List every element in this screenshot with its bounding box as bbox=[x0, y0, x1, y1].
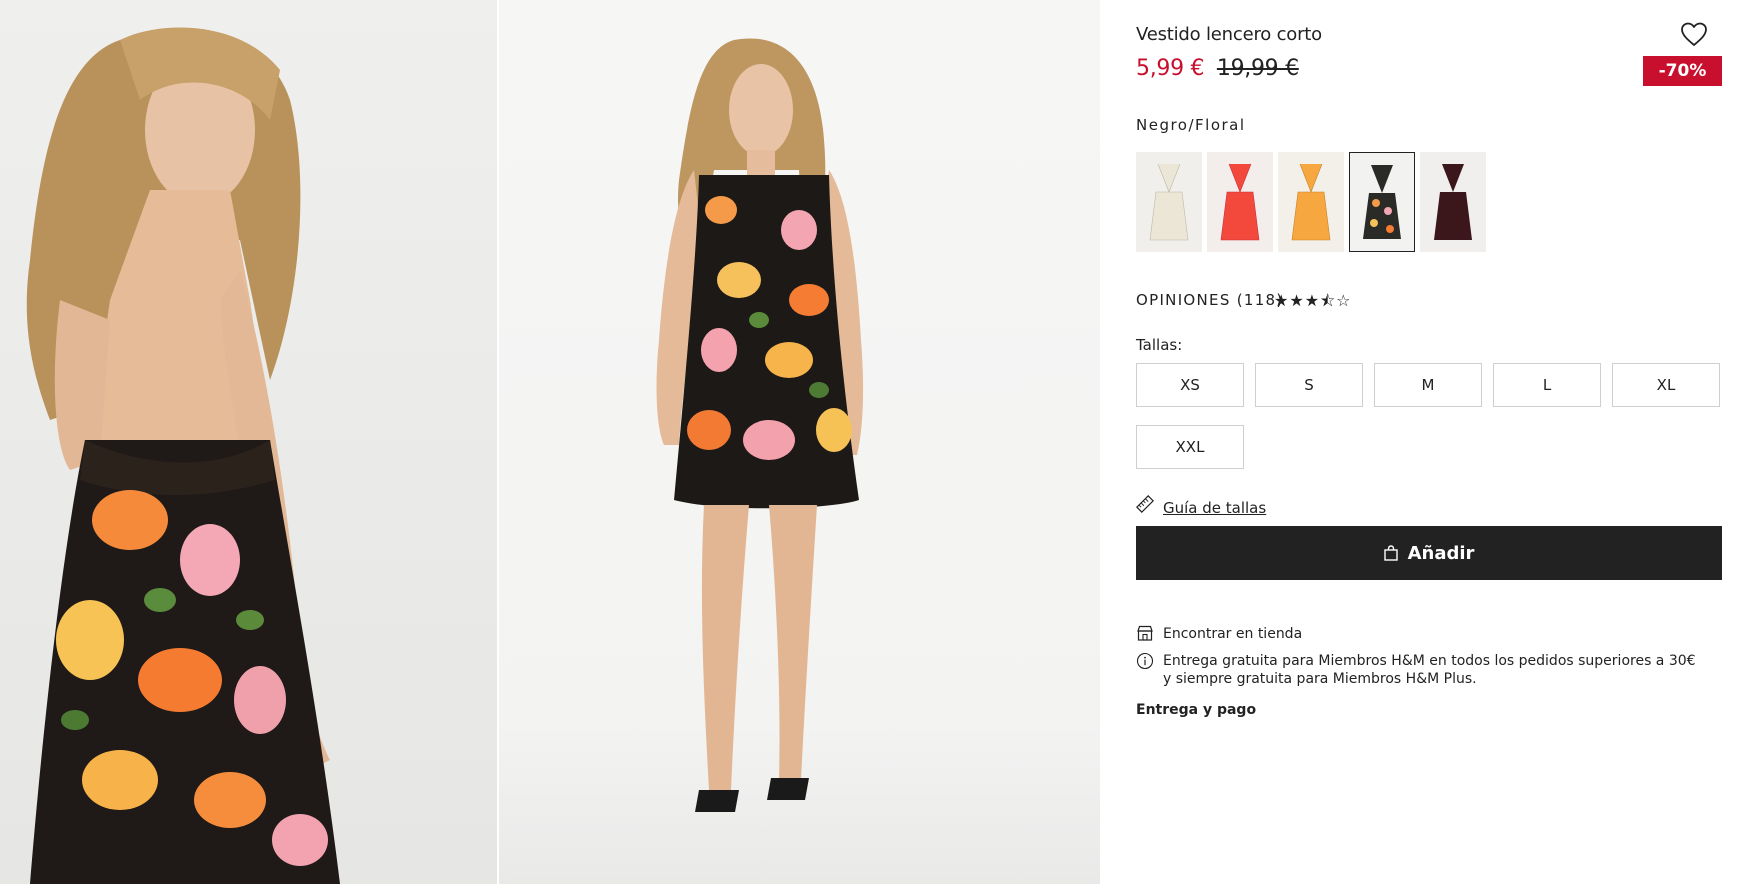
size-option[interactable]: S bbox=[1255, 363, 1363, 407]
add-to-bag-label: Añadir bbox=[1407, 542, 1475, 564]
size-option[interactable]: XS bbox=[1136, 363, 1244, 407]
selected-color-name: Negro/Floral bbox=[1136, 116, 1246, 134]
swatch-black-floral[interactable] bbox=[1349, 152, 1415, 252]
info-icon bbox=[1136, 652, 1154, 670]
product-photo-front-view[interactable] bbox=[499, 0, 1100, 884]
size-option[interactable]: M bbox=[1374, 363, 1482, 407]
product-photo-back-view[interactable] bbox=[0, 0, 497, 884]
product-info-panel: Vestido lencero corto 5,99 € 19,99 € -70… bbox=[1136, 0, 1722, 884]
size-guide-link[interactable]: Guía de tallas bbox=[1163, 499, 1266, 517]
swatch-orange[interactable] bbox=[1278, 152, 1344, 252]
price: 5,99 € 19,99 € bbox=[1136, 56, 1299, 81]
rating-stars: ★★★⯪☆ bbox=[1274, 291, 1352, 310]
delivery-payment-link[interactable]: Entrega y pago bbox=[1136, 702, 1256, 718]
sizes-label: Tallas: bbox=[1136, 336, 1183, 354]
product-title: Vestido lencero corto bbox=[1136, 24, 1322, 45]
size-option[interactable]: L bbox=[1493, 363, 1601, 407]
size-option[interactable]: XL bbox=[1612, 363, 1720, 407]
find-in-store-link[interactable]: Encontrar en tienda bbox=[1163, 626, 1302, 642]
reviews-link[interactable]: OPINIONES (118) bbox=[1136, 291, 1284, 309]
product-gallery bbox=[0, 0, 1100, 884]
size-option[interactable]: XXL bbox=[1136, 425, 1244, 469]
model-back-illustration bbox=[0, 0, 497, 884]
swatch-cream[interactable] bbox=[1136, 152, 1202, 252]
heart-icon[interactable] bbox=[1678, 18, 1710, 50]
store-icon bbox=[1137, 625, 1153, 641]
original-price: 19,99 € bbox=[1216, 56, 1299, 81]
add-to-bag-button[interactable]: Añadir bbox=[1136, 526, 1722, 580]
sale-price: 5,99 € bbox=[1136, 56, 1205, 81]
swatch-burgundy[interactable] bbox=[1420, 152, 1486, 252]
swatch-red[interactable] bbox=[1207, 152, 1273, 252]
shopping-bag-icon bbox=[1383, 545, 1398, 561]
discount-badge: -70% bbox=[1643, 56, 1722, 86]
ruler-icon bbox=[1136, 495, 1154, 513]
model-front-illustration bbox=[499, 0, 1100, 884]
shipping-info: Entrega gratuita para Miembros H&M en to… bbox=[1163, 653, 1696, 687]
